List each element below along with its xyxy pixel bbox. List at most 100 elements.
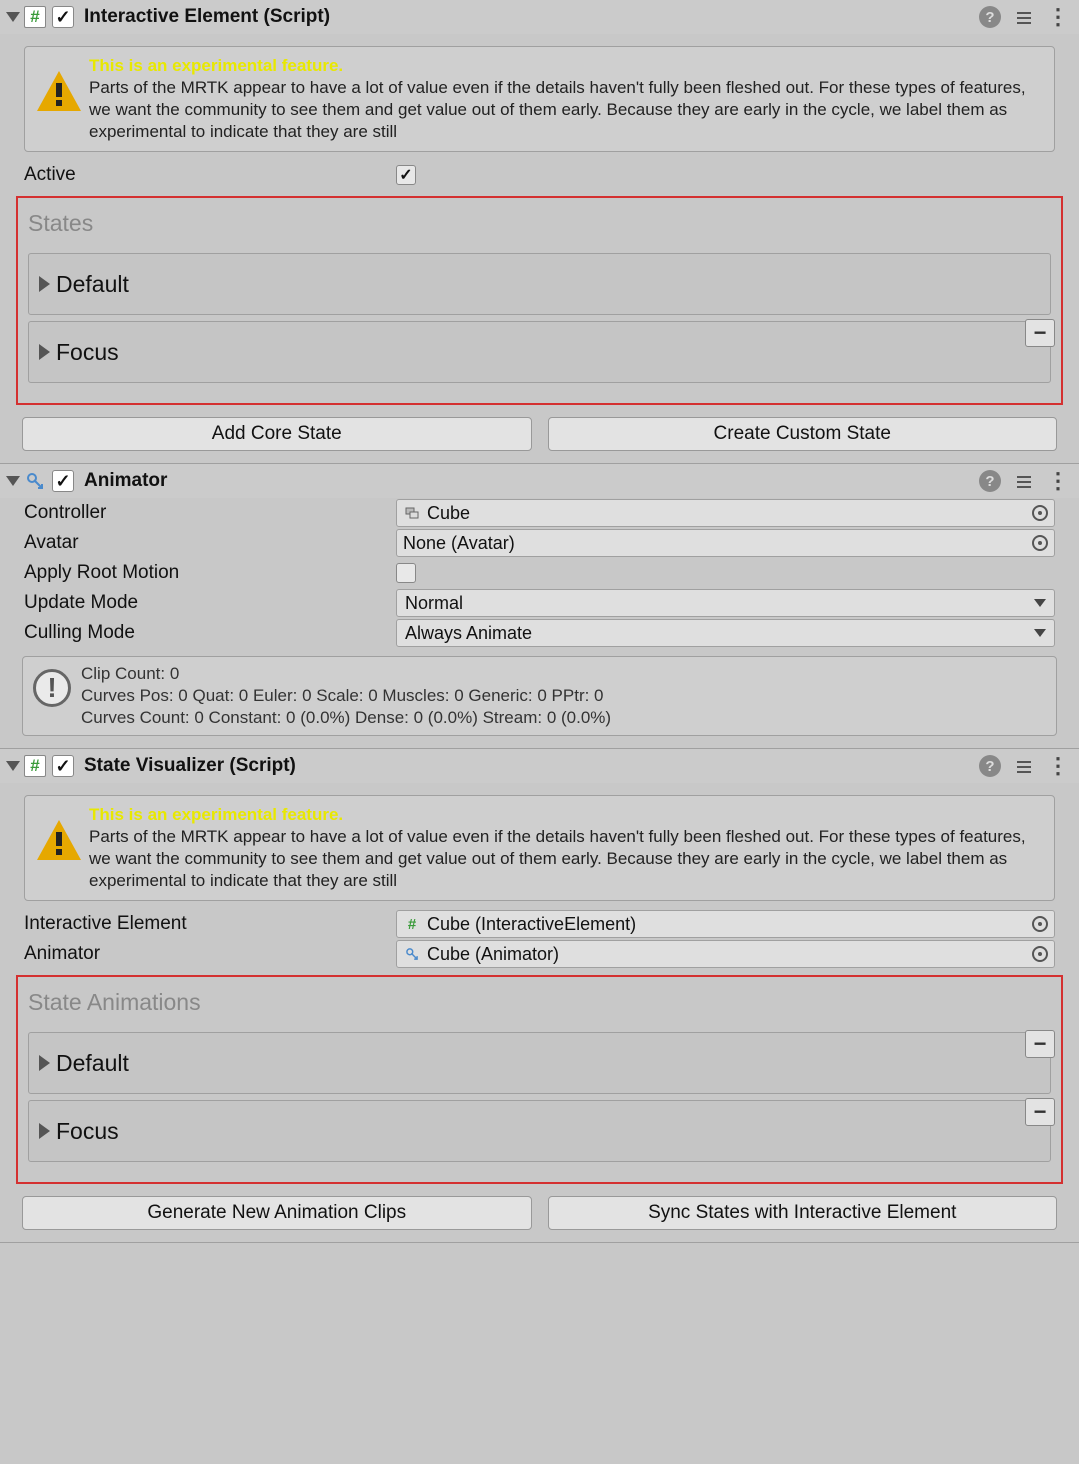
enable-checkbox[interactable] xyxy=(52,755,74,777)
interactive-element-row: Interactive Element # Cube (InteractiveE… xyxy=(0,909,1079,939)
experimental-text: This is an experimental feature. Parts o… xyxy=(89,55,1044,143)
culling-mode-dropdown[interactable]: Always Animate xyxy=(396,619,1055,647)
experimental-heading: This is an experimental feature. xyxy=(89,805,343,824)
state-item-default[interactable]: Default xyxy=(28,253,1051,315)
animator-ref-icon xyxy=(403,945,421,963)
states-title: States xyxy=(26,206,1053,247)
component-title: Interactive Element (Script) xyxy=(84,6,979,28)
culling-mode-row: Culling Mode Always Animate xyxy=(0,618,1079,648)
animator-ref-value: Cube (Animator) xyxy=(427,944,1026,965)
preset-icon[interactable] xyxy=(1015,757,1033,775)
enable-checkbox[interactable] xyxy=(52,470,74,492)
active-label: Active xyxy=(24,164,396,186)
apply-root-motion-label: Apply Root Motion xyxy=(24,562,396,584)
avatar-field[interactable]: None (Avatar) xyxy=(396,529,1055,557)
experimental-text: This is an experimental feature. Parts o… xyxy=(89,804,1044,892)
culling-mode-label: Culling Mode xyxy=(24,622,396,644)
info-icon: ! xyxy=(33,669,71,707)
update-mode-row: Update Mode Normal xyxy=(0,588,1079,618)
animator-icon xyxy=(24,470,46,492)
state-name-label: Focus xyxy=(56,339,119,366)
interactive-element-value: Cube (InteractiveElement) xyxy=(427,914,1026,935)
generate-clips-button[interactable]: Generate New Animation Clips xyxy=(22,1196,532,1230)
help-icon[interactable]: ? xyxy=(979,470,1001,492)
state-name-label: Default xyxy=(56,1050,129,1077)
experimental-info-box: This is an experimental feature. Parts o… xyxy=(24,795,1055,901)
animator-stats-box: ! Clip Count: 0 Curves Pos: 0 Quat: 0 Eu… xyxy=(22,656,1057,736)
add-core-state-button[interactable]: Add Core State xyxy=(22,417,532,451)
update-mode-value: Normal xyxy=(405,593,1034,614)
animator-ref-label: Animator xyxy=(24,943,396,965)
foldout-arrow-icon[interactable] xyxy=(6,761,20,771)
stats-line: Curves Count: 0 Constant: 0 (0.0%) Dense… xyxy=(81,707,611,729)
apply-root-motion-checkbox[interactable] xyxy=(396,563,416,583)
state-animation-item-focus[interactable]: Focus xyxy=(28,1100,1051,1162)
avatar-value: None (Avatar) xyxy=(403,533,1026,554)
animator-component: Animator ? ⋮ Controller Cube Avatar None… xyxy=(0,464,1079,749)
enable-checkbox[interactable] xyxy=(52,6,74,28)
animator-ref-row: Animator Cube (Animator) xyxy=(0,939,1079,969)
foldout-arrow-icon[interactable] xyxy=(39,1055,50,1071)
create-custom-state-button[interactable]: Create Custom State xyxy=(548,417,1058,451)
controller-row: Controller Cube xyxy=(0,498,1079,528)
script-icon: # xyxy=(24,755,46,777)
chevron-down-icon xyxy=(1034,599,1046,607)
state-name-label: Default xyxy=(56,271,129,298)
foldout-arrow-icon[interactable] xyxy=(39,276,50,292)
object-picker-icon[interactable] xyxy=(1032,535,1048,551)
controller-field[interactable]: Cube xyxy=(396,499,1055,527)
kebab-menu-icon[interactable]: ⋮ xyxy=(1047,761,1069,771)
foldout-arrow-icon[interactable] xyxy=(6,476,20,486)
experimental-body: Parts of the MRTK appear to have a lot o… xyxy=(89,78,1026,141)
culling-mode-value: Always Animate xyxy=(405,623,1034,644)
active-checkbox[interactable] xyxy=(396,165,416,185)
remove-state-button[interactable]: − xyxy=(1025,319,1055,347)
warning-icon xyxy=(35,818,79,858)
object-picker-icon[interactable] xyxy=(1032,946,1048,962)
remove-state-button[interactable]: − xyxy=(1025,1030,1055,1058)
update-mode-label: Update Mode xyxy=(24,592,396,614)
foldout-arrow-icon[interactable] xyxy=(39,344,50,360)
states-section: States Default Focus − xyxy=(16,196,1063,405)
component-title: Animator xyxy=(84,470,979,492)
animator-stats-text: Clip Count: 0 Curves Pos: 0 Quat: 0 Eule… xyxy=(81,663,611,729)
kebab-menu-icon[interactable]: ⋮ xyxy=(1047,476,1069,486)
stats-line: Curves Pos: 0 Quat: 0 Euler: 0 Scale: 0 … xyxy=(81,685,611,707)
update-mode-dropdown[interactable]: Normal xyxy=(396,589,1055,617)
state-animation-item-default[interactable]: Default xyxy=(28,1032,1051,1094)
sync-states-button[interactable]: Sync States with Interactive Element xyxy=(548,1196,1058,1230)
active-row: Active xyxy=(0,160,1079,190)
warning-icon xyxy=(35,69,79,109)
experimental-body: Parts of the MRTK appear to have a lot o… xyxy=(89,827,1026,890)
state-visualizer-component: # State Visualizer (Script) ? ⋮ This is … xyxy=(0,749,1079,1243)
state-name-label: Focus xyxy=(56,1118,119,1145)
stats-line: Clip Count: 0 xyxy=(81,663,611,685)
foldout-arrow-icon[interactable] xyxy=(6,12,20,22)
preset-icon[interactable] xyxy=(1015,472,1033,490)
preset-icon[interactable] xyxy=(1015,8,1033,26)
state-animations-title: State Animations xyxy=(26,985,1053,1026)
remove-state-button[interactable]: − xyxy=(1025,1098,1055,1126)
experimental-heading: This is an experimental feature. xyxy=(89,56,343,75)
chevron-down-icon xyxy=(1034,629,1046,637)
avatar-row: Avatar None (Avatar) xyxy=(0,528,1079,558)
component-header: # State Visualizer (Script) ? ⋮ xyxy=(0,749,1079,783)
controller-label: Controller xyxy=(24,502,396,524)
foldout-arrow-icon[interactable] xyxy=(39,1123,50,1139)
experimental-info-box: This is an experimental feature. Parts o… xyxy=(24,46,1055,152)
script-icon: # xyxy=(24,6,46,28)
kebab-menu-icon[interactable]: ⋮ xyxy=(1047,12,1069,22)
object-picker-icon[interactable] xyxy=(1032,916,1048,932)
interactive-element-label: Interactive Element xyxy=(24,913,396,935)
help-icon[interactable]: ? xyxy=(979,755,1001,777)
help-icon[interactable]: ? xyxy=(979,6,1001,28)
apply-root-motion-row: Apply Root Motion xyxy=(0,558,1079,588)
animator-ref-field[interactable]: Cube (Animator) xyxy=(396,940,1055,968)
state-item-focus[interactable]: Focus xyxy=(28,321,1051,383)
object-picker-icon[interactable] xyxy=(1032,505,1048,521)
script-ref-icon: # xyxy=(403,915,421,933)
interactive-element-component: # Interactive Element (Script) ? ⋮ This … xyxy=(0,0,1079,464)
component-header: # Interactive Element (Script) ? ⋮ xyxy=(0,0,1079,34)
component-title: State Visualizer (Script) xyxy=(84,755,979,777)
interactive-element-field[interactable]: # Cube (InteractiveElement) xyxy=(396,910,1055,938)
